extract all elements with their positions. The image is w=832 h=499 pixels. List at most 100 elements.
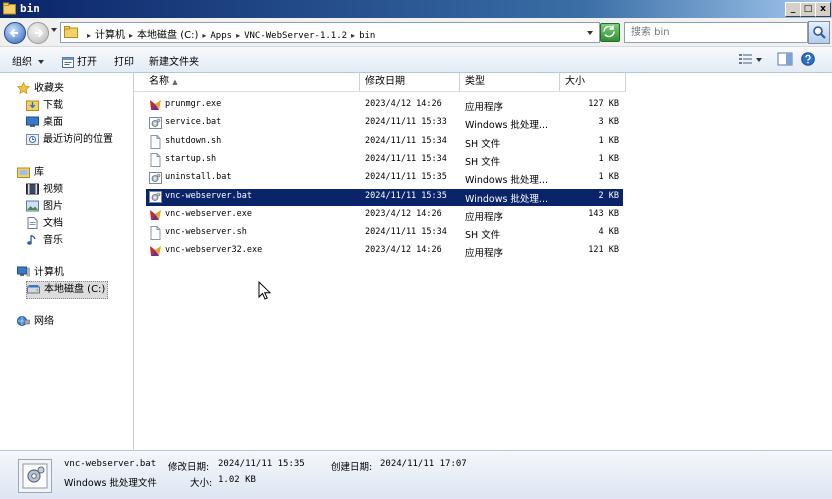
file-date: 2023/4/12 14:26 [365, 99, 442, 109]
column-separator[interactable] [625, 73, 626, 91]
table-row[interactable]: vnc-webserver.sh 2024/11/11 15:34 SH 文件 4 K… [146, 225, 623, 242]
table-row[interactable]: prunmgr.exe 2023/4/12 14:26 应用程序 127 KB [146, 97, 623, 114]
view-options-icon[interactable] [738, 52, 754, 66]
nav-pictures-label: 图片 [43, 201, 63, 212]
music-icon [27, 234, 36, 245]
history-dropdown[interactable] [51, 28, 57, 32]
file-type: 应用程序 [465, 211, 504, 223]
file-size: 2 KB [598, 190, 619, 201]
nav-music-label: 音乐 [43, 235, 63, 246]
table-row[interactable]: vnc-webserver.bat 2024/11/11 15:35 Windows… [146, 188, 623, 206]
crumb-bin[interactable]: bin [359, 31, 375, 41]
crumb-apps[interactable]: Apps [210, 31, 232, 41]
column-header-date[interactable]: 修改日期 [365, 73, 405, 91]
file-icon [149, 226, 162, 241]
print-button[interactable]: 打印 [114, 53, 134, 68]
address-box[interactable]: ▸ 计算机 ▸ 本地磁盘 (C:) ▸ Apps ▸ VNC-WebServer-1.1.2 ▸… [60, 22, 600, 43]
table-row[interactable]: startup.sh 2024/11/11 15:34 SH 文件 1 KB [146, 152, 623, 169]
crumb-computer[interactable]: 计算机 [95, 30, 125, 41]
open-icon [62, 56, 74, 68]
view-dropdown[interactable] [756, 58, 762, 62]
file-name: shutdown.sh [165, 135, 222, 146]
column-separator[interactable] [559, 73, 560, 91]
bat-icon [149, 190, 162, 204]
close-button[interactable]: x [815, 2, 831, 17]
address-dropdown[interactable] [587, 31, 593, 35]
table-row[interactable]: shutdown.sh 2024/11/11 15:34 SH 文件 1 KB [146, 134, 623, 151]
refresh-button[interactable] [600, 23, 620, 42]
nav-desktop-label: 桌面 [43, 117, 63, 128]
column-name-label: 名称 [149, 76, 169, 87]
chevron-right-icon: ▸ [87, 31, 92, 40]
help-icon[interactable] [800, 52, 816, 66]
nav-pictures[interactable]: 图片 [26, 199, 63, 215]
chevron-right-icon[interactable]: ▸ [236, 31, 240, 40]
column-header-name[interactable]: 名称 ▲ [149, 73, 178, 91]
table-row[interactable]: uninstall.bat 2024/11/11 15:35 Windows 批处理… [146, 170, 623, 187]
organize-menu[interactable]: 组织 [12, 53, 44, 68]
column-separator[interactable] [359, 73, 360, 91]
nav-local-disk[interactable]: 本地磁盘 (C:) [26, 281, 108, 299]
file-size: 3 KB [598, 117, 619, 128]
file-size: 121 KB [588, 245, 619, 256]
nav-videos[interactable]: 视频 [26, 182, 63, 198]
computer-icon [17, 266, 30, 277]
title-bar: bin _ □ x [0, 0, 832, 18]
network-icon [17, 316, 30, 326]
nav-libraries[interactable]: 库 [17, 165, 44, 181]
nav-music[interactable]: 音乐 [26, 233, 63, 249]
file-size: 1 KB [598, 172, 619, 183]
libraries-icon [17, 167, 30, 178]
command-bar: 组织 打开 打印 新建文件夹 [0, 47, 832, 73]
nav-network[interactable]: 网络 [17, 314, 54, 330]
nav-computer[interactable]: 计算机 [17, 265, 64, 281]
exe-icon [149, 208, 162, 222]
exe-icon [149, 244, 162, 258]
back-button[interactable] [4, 22, 26, 44]
minimize-button[interactable]: _ [785, 2, 801, 17]
nav-documents[interactable]: 文档 [26, 216, 63, 232]
nav-favorites-label: 收藏夹 [34, 83, 64, 94]
search-button[interactable] [808, 21, 830, 44]
column-header-type[interactable]: 类型 [465, 73, 485, 91]
table-row[interactable]: vnc-webserver.exe 2023/4/12 14:26 应用程序 143 … [146, 207, 623, 224]
crumb-vnc-webserver[interactable]: VNC-WebServer-1.1.2 [244, 31, 347, 41]
maximize-button[interactable]: □ [800, 2, 816, 17]
file-name: vnc-webserver.bat [165, 190, 252, 201]
file-date: 2023/4/12 14:26 [365, 208, 442, 219]
file-type: SH 文件 [465, 156, 501, 168]
table-row[interactable]: service.bat 2024/11/11 15:33 Windows 批处理..… [146, 115, 623, 132]
file-name: startup.sh [165, 153, 217, 164]
chevron-right-icon[interactable]: ▸ [202, 31, 206, 40]
video-icon [26, 183, 39, 195]
star-icon [17, 82, 30, 94]
documents-icon [27, 217, 38, 229]
file-name: vnc-webserver32.exe [165, 245, 263, 256]
file-date: 2024/11/11 15:34 [365, 153, 447, 164]
batch-file-large-icon [18, 459, 52, 493]
search-box[interactable] [624, 22, 808, 43]
details-type: Windows 批处理文件 [64, 478, 157, 489]
details-filename: vnc-webserver.bat [64, 459, 157, 469]
search-input[interactable] [631, 25, 801, 39]
nav-recent-places[interactable]: 最近访问的位置 [26, 132, 113, 148]
nav-desktop[interactable]: 桌面 [26, 115, 63, 131]
column-header-size[interactable]: 大小 [565, 73, 585, 91]
navigation-pane: 收藏夹 下载 桌面 最近访问的位置 库 视频 图片 文档 音乐 计算机 本地磁盘… [0, 73, 134, 450]
crumb-local-disk[interactable]: 本地磁盘 (C:) [137, 30, 198, 41]
details-size-label: 大小: [190, 478, 213, 489]
nav-downloads[interactable]: 下载 [26, 98, 63, 114]
table-row[interactable]: vnc-webserver32.exe 2023/4/12 14:26 应用程序 12… [146, 243, 623, 260]
forward-button[interactable] [27, 22, 49, 44]
details-pane: vnc-webserver.bat 修改日期: 2024/11/11 15:35… [0, 450, 832, 499]
column-separator[interactable] [459, 73, 460, 91]
nav-favorites[interactable]: 收藏夹 [17, 81, 64, 97]
nav-videos-label: 视频 [43, 184, 63, 195]
folder-icon [64, 26, 78, 38]
chevron-right-icon[interactable]: ▸ [351, 31, 355, 40]
open-button[interactable]: 打开 [62, 53, 97, 68]
preview-pane-icon[interactable] [777, 52, 793, 66]
file-list: 名称 ▲ 修改日期 类型 大小 prunmgr.exe 2023/4/12 14:… [134, 73, 832, 450]
new-folder-button[interactable]: 新建文件夹 [149, 53, 199, 68]
chevron-right-icon[interactable]: ▸ [129, 31, 133, 40]
